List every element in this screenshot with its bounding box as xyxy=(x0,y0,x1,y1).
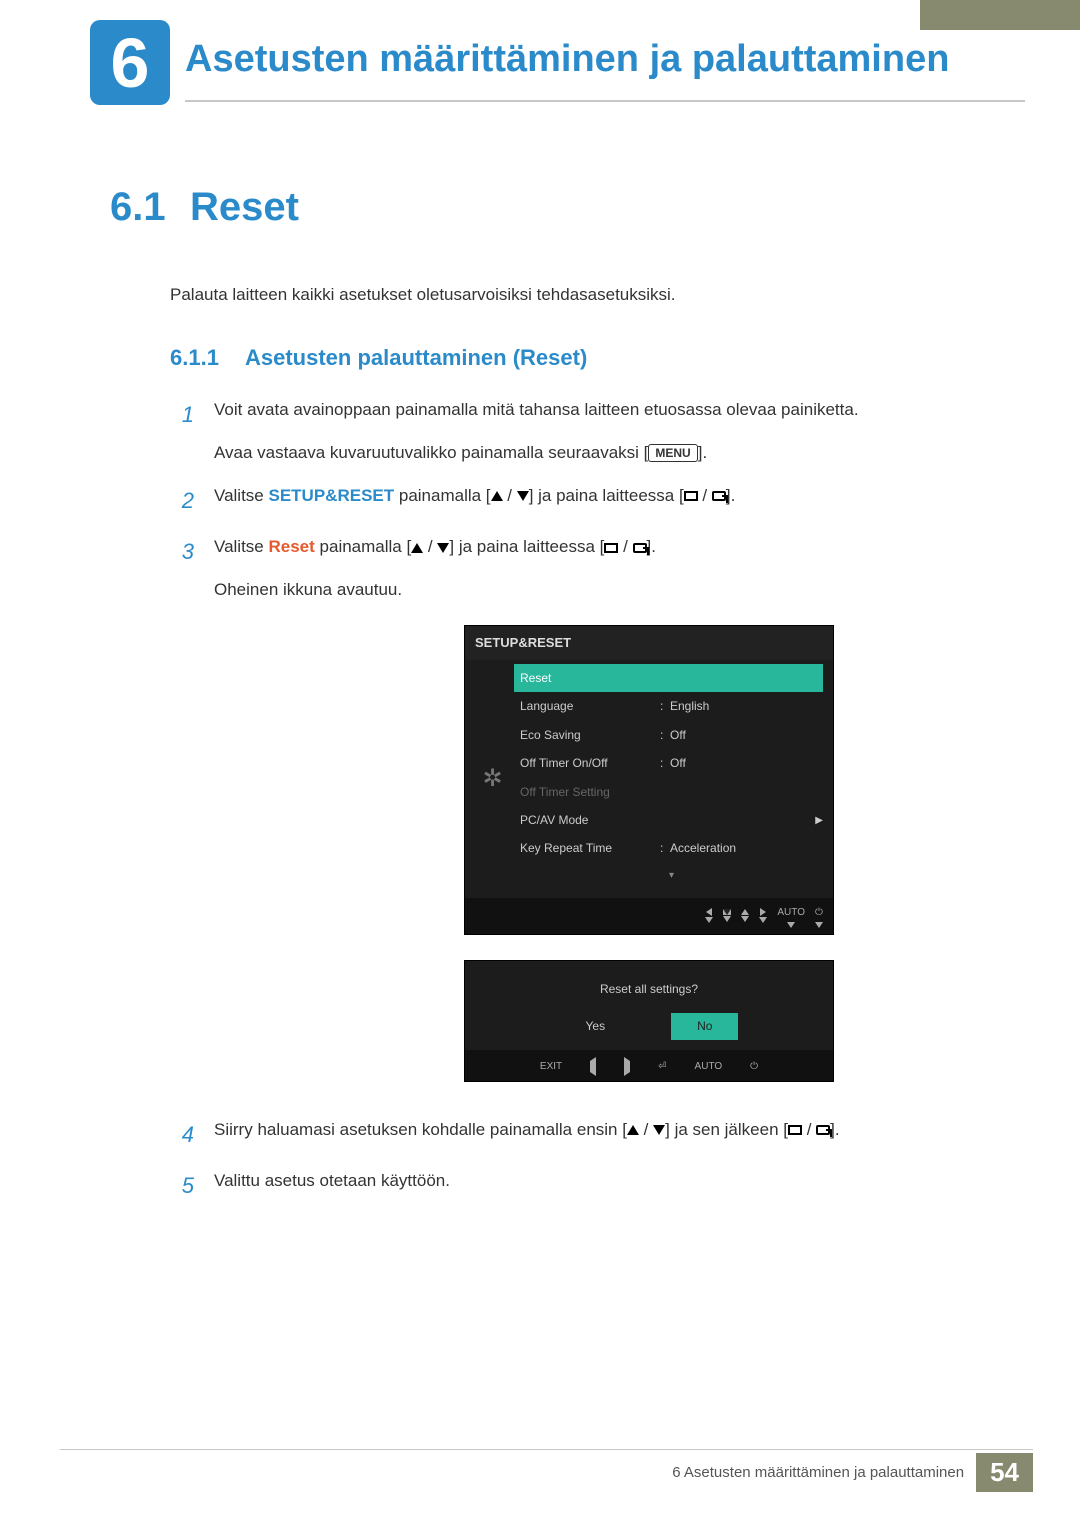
source-icon xyxy=(788,1125,802,1135)
nav-down-icon[interactable] xyxy=(723,909,731,922)
enter-icon xyxy=(712,491,726,501)
nav-right-icon[interactable] xyxy=(624,1058,630,1075)
step-3-line2: Oheinen ikkuna avautuu. xyxy=(214,576,1010,605)
nav-enter-icon[interactable]: ⏎ xyxy=(658,1058,666,1075)
osd-row-keyrepeat[interactable]: Key Repeat Time:Acceleration xyxy=(520,834,823,862)
osd-menu: SETUP&RESET ✲ Reset Language:English Eco… xyxy=(464,625,834,935)
step-2-pre: Valitse xyxy=(214,486,269,505)
submenu-arrow-icon: ▶ xyxy=(815,812,823,829)
nav-exit-label[interactable]: EXIT xyxy=(540,1058,562,1075)
step-number: 5 xyxy=(170,1167,194,1204)
setup-reset-label: SETUP&RESET xyxy=(269,486,395,505)
confirm-no-button[interactable]: No xyxy=(671,1013,738,1039)
nav-up-icon[interactable] xyxy=(741,909,749,922)
enter-icon xyxy=(816,1125,830,1135)
reset-label: Reset xyxy=(269,537,315,556)
step-3-mid: painamalla [ xyxy=(315,537,411,556)
step-number: 2 xyxy=(170,482,194,519)
header-stripe xyxy=(920,0,1080,30)
confirm-question: Reset all settings? xyxy=(475,979,823,999)
osd-value: Off xyxy=(670,725,823,745)
page-number: 54 xyxy=(976,1453,1033,1492)
menu-button-icon: MENU xyxy=(648,444,697,462)
osd-row-eco[interactable]: Eco Saving:Off xyxy=(520,721,823,749)
source-icon xyxy=(684,491,698,501)
step-number: 4 xyxy=(170,1116,194,1153)
nav-auto-text: AUTO xyxy=(777,904,805,921)
step-2: 2 Valitse SETUP&RESET painamalla [ / ] j… xyxy=(170,482,1010,519)
osd-label: Language xyxy=(520,696,660,716)
step-3-pre: Valitse xyxy=(214,537,269,556)
step-1: 1 Voit avata avainoppaan painamalla mitä… xyxy=(170,396,1010,468)
osd-nav-bar: AUTO ⏻ xyxy=(465,898,833,934)
step-2-mid2: ] ja paina laitteessa [ xyxy=(529,486,684,505)
step-1-line2a: Avaa vastaava kuvaruutuvalikko painamall… xyxy=(214,443,648,462)
osd-title: SETUP&RESET xyxy=(465,626,833,660)
section-intro: Palauta laitteen kaikki asetukset oletus… xyxy=(170,285,1010,305)
osd-value: Acceleration xyxy=(670,838,823,858)
step-number: 1 xyxy=(170,396,194,433)
chapter-number-badge: 6 xyxy=(90,20,170,105)
step-1-line1: Voit avata avainoppaan painamalla mitä t… xyxy=(214,396,1010,425)
subsection-title: Asetusten palauttaminen (Reset) xyxy=(245,345,587,370)
osd-confirm-dialog: Reset all settings? Yes No EXIT ⏎ AUTO xyxy=(464,960,834,1082)
up-arrow-icon xyxy=(491,491,503,501)
chapter-title: Asetusten määrittäminen ja palauttaminen xyxy=(185,38,949,81)
step-2-mid: painamalla [ xyxy=(394,486,490,505)
step-3: 3 Valitse Reset painamalla [ / ] ja pain… xyxy=(170,533,1010,1101)
osd-label: Reset xyxy=(520,668,660,688)
enter-icon xyxy=(633,543,647,553)
osd2-nav-bar: EXIT ⏎ AUTO ⏻ xyxy=(465,1050,833,1081)
osd-value: Off xyxy=(670,753,823,773)
osd-row-offtimer-onoff[interactable]: Off Timer On/Off:Off xyxy=(520,749,823,777)
confirm-yes-button[interactable]: Yes xyxy=(560,1013,632,1039)
subsection-heading: 6.1.1Asetusten palauttaminen (Reset) xyxy=(170,345,1010,371)
section-number: 6.1 xyxy=(110,185,190,230)
footer-rule xyxy=(60,1449,1033,1450)
footer-chapter-label: 6 Asetusten määrittäminen ja palauttamin… xyxy=(672,1464,964,1481)
up-arrow-icon xyxy=(411,543,423,553)
step-5-text: Valittu asetus otetaan käyttöön. xyxy=(214,1167,1010,1196)
osd-value: English xyxy=(670,696,823,716)
osd-label: Off Timer On/Off xyxy=(520,753,660,773)
down-arrow-icon xyxy=(653,1125,665,1135)
step-3-mid2: ] ja paina laitteessa [ xyxy=(449,537,604,556)
subsection-number: 6.1.1 xyxy=(170,345,245,371)
step-4-pre: Siirry haluamasi asetuksen kohdalle pain… xyxy=(214,1120,627,1139)
nav-left-icon[interactable] xyxy=(590,1058,596,1075)
down-arrow-icon xyxy=(437,543,449,553)
nav-power-icon[interactable]: ⏻ xyxy=(815,904,823,928)
osd-label: Key Repeat Time xyxy=(520,838,660,858)
nav-auto-label[interactable]: AUTO xyxy=(777,904,805,928)
up-arrow-icon xyxy=(627,1125,639,1135)
step-number: 3 xyxy=(170,533,194,570)
osd-row-pcav[interactable]: PC/AV Mode ▶ xyxy=(520,806,823,834)
osd-label: PC/AV Mode xyxy=(520,810,660,830)
step-5: 5 Valittu asetus otetaan käyttöön. xyxy=(170,1167,1010,1204)
down-arrow-icon xyxy=(517,491,529,501)
osd-row-offtimer-setting: Off Timer Setting xyxy=(520,778,823,806)
nav-power-icon[interactable]: ⏻ xyxy=(750,1058,758,1075)
osd-label: Off Timer Setting xyxy=(520,782,660,802)
nav-left-icon[interactable] xyxy=(705,908,713,923)
source-icon xyxy=(604,543,618,553)
step-4: 4 Siirry haluamasi asetuksen kohdalle pa… xyxy=(170,1116,1010,1153)
section-title: Reset xyxy=(190,185,299,229)
gear-icon: ✲ xyxy=(465,660,520,898)
osd-row-language[interactable]: Language:English xyxy=(520,692,823,720)
nav-auto-label[interactable]: AUTO xyxy=(695,1058,723,1075)
osd-label: Eco Saving xyxy=(520,725,660,745)
nav-right-icon[interactable] xyxy=(759,908,767,923)
step-1-line2b: ]. xyxy=(698,443,707,462)
step-4-mid: ] ja sen jälkeen [ xyxy=(665,1120,788,1139)
osd-row-reset[interactable]: Reset xyxy=(514,664,823,692)
osd-scroll-down-icon: ▾ xyxy=(520,863,823,888)
header-rule xyxy=(185,100,1025,102)
section-heading: 6.1Reset xyxy=(110,185,1010,230)
